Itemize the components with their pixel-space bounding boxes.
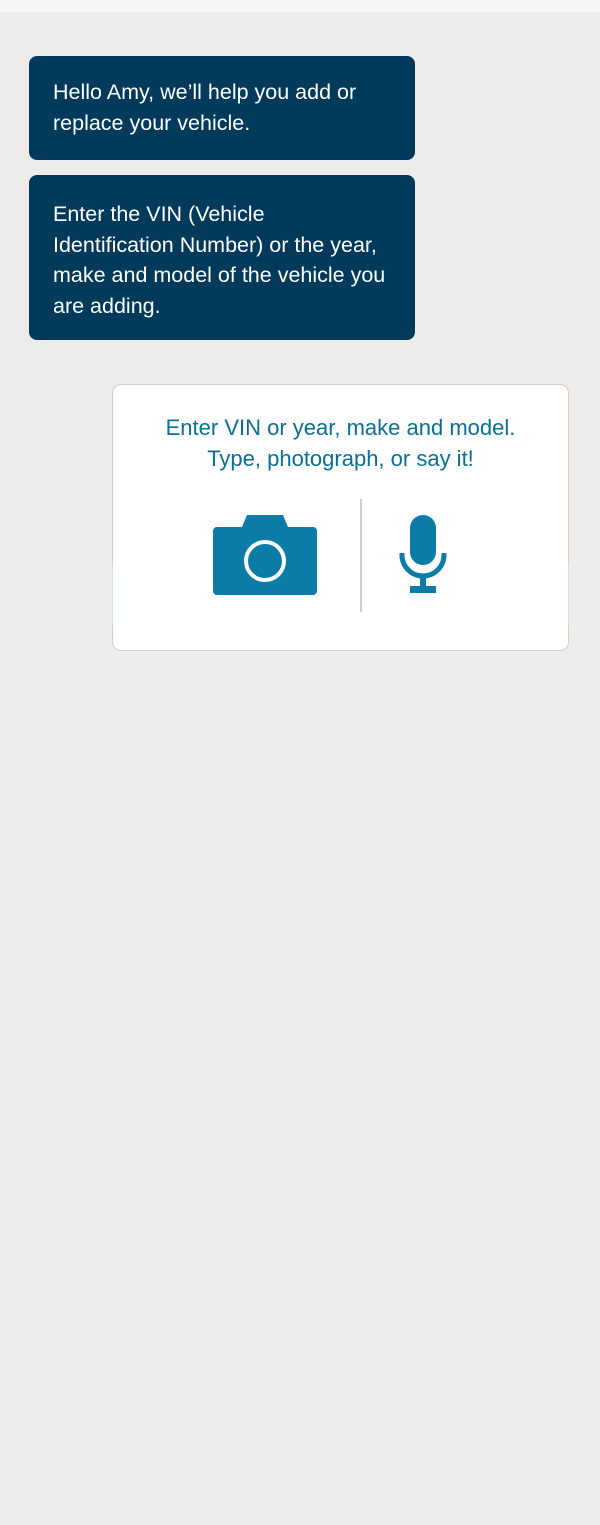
card-edge-right [568, 565, 569, 625]
microphone-icon [399, 515, 447, 593]
bot-message-greeting: Hello Amy, we’ll help you add or replace… [29, 56, 415, 160]
camera-icon [213, 515, 317, 595]
photograph-button[interactable] [213, 515, 317, 595]
vehicle-input-card[interactable]: Enter VIN or year, make and model. Type,… [112, 384, 569, 651]
bot-message-instructions: Enter the VIN (Vehicle Identification Nu… [29, 175, 415, 340]
bot-message-text: Enter the VIN (Vehicle Identification Nu… [53, 202, 386, 318]
input-prompt-title: Enter VIN or year, make and model. [165, 415, 516, 440]
input-prompt-subtitle: Type, photograph, or say it! [207, 446, 474, 471]
card-edge-left [112, 565, 113, 625]
voice-input-button[interactable] [399, 515, 447, 595]
bot-message-text: Hello Amy, we’ll help you add or replace… [53, 80, 357, 135]
top-bar [0, 0, 600, 12]
button-divider [360, 499, 362, 612]
